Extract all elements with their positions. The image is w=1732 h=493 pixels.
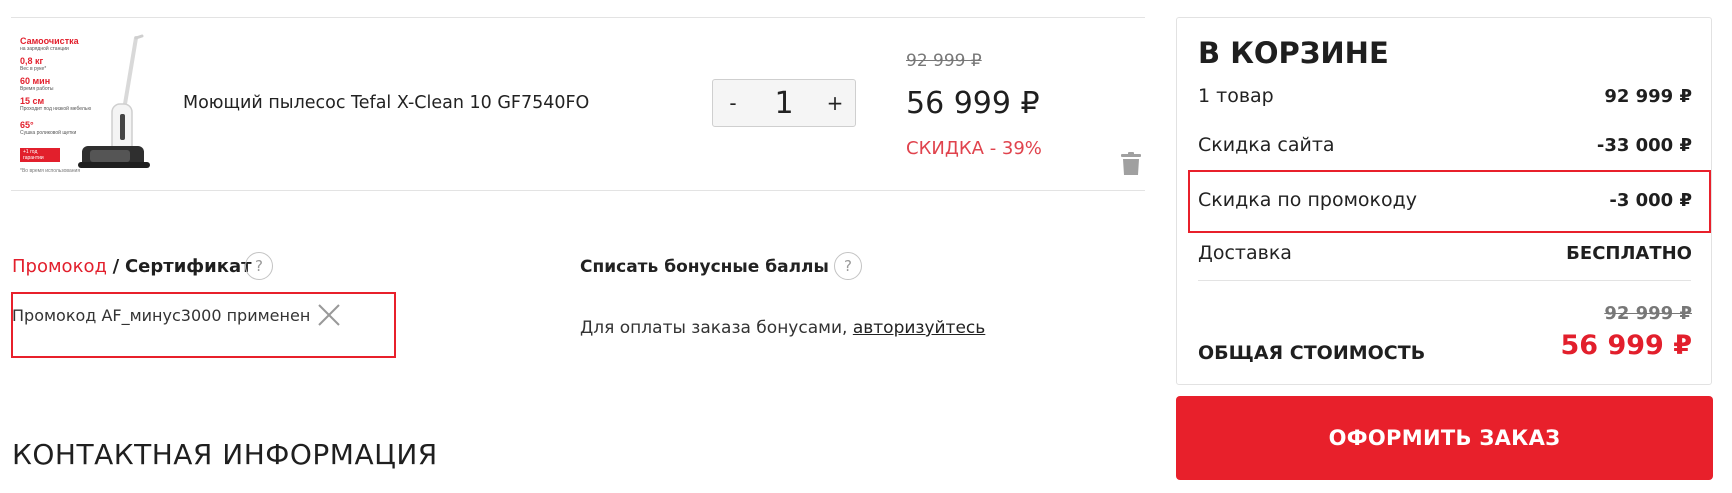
divider <box>1198 280 1691 281</box>
trash-icon[interactable] <box>1120 152 1142 176</box>
summary-row-value: -33 000 ₽ <box>1596 135 1692 156</box>
vacuum-illustration <box>78 34 150 168</box>
bonus-title: Списать бонусные баллы <box>580 257 829 277</box>
divider <box>11 190 1145 191</box>
spec-item: Самоочистка на зарядной станции <box>20 36 79 52</box>
product-name[interactable]: Моющий пылесос Tefal X-Clean 10 GF7540FO <box>183 93 589 113</box>
tab-certificate[interactable]: Сертификат <box>125 256 252 277</box>
summary-row-label: Скидка по промокоду <box>1198 189 1418 211</box>
login-link[interactable]: авторизуйтесь <box>853 318 985 338</box>
summary-row-label: Доставка <box>1198 242 1292 264</box>
summary-row-value: 92 999 ₽ <box>1604 86 1692 107</box>
summary-row-value: БЕСПЛАТНО <box>1566 243 1692 264</box>
summary-old-total: 92 999 ₽ <box>1604 303 1692 324</box>
footnote: *Во время использования <box>20 168 81 174</box>
quantity-stepper: - 1 + <box>712 79 856 127</box>
summary-row-value: -3 000 ₽ <box>1609 190 1692 211</box>
help-icon[interactable]: ? <box>245 252 273 280</box>
spec-item: 65° Сушка роликовой щетки <box>20 120 77 136</box>
current-price: 56 999 ₽ <box>906 86 1040 121</box>
decrease-quantity-button[interactable]: - <box>713 80 753 126</box>
product-image[interactable]: Самоочистка на зарядной станции 0,8 кг В… <box>14 34 160 174</box>
summary-title: В КОРЗИНЕ <box>1198 36 1389 70</box>
bonus-text: Для оплаты заказа бонусами, авторизуйтес… <box>580 318 985 338</box>
close-icon[interactable] <box>316 302 342 328</box>
spec-item: 60 мин Время работы <box>20 76 54 92</box>
discount-label: СКИДКА - 39% <box>906 138 1042 159</box>
quantity-value[interactable]: 1 <box>753 80 815 126</box>
summary-row-label: Скидка сайта <box>1198 134 1335 156</box>
spec-item: 0,8 кг Вес в руке* <box>20 56 47 72</box>
tab-promocode[interactable]: Промокод <box>12 256 107 277</box>
divider <box>11 17 1145 18</box>
promo-applied-text: Промокод AF_минус3000 применен <box>12 306 311 325</box>
promo-tabs: Промокод / Сертификат <box>12 256 252 277</box>
total-label: ОБЩАЯ СТОИМОСТЬ <box>1198 342 1426 364</box>
summary-row-label: 1 товар <box>1198 85 1274 107</box>
checkout-button[interactable]: ОФОРМИТЬ ЗАКАЗ <box>1176 396 1713 480</box>
tab-separator: / <box>112 256 120 277</box>
section-title: КОНТАКТНАЯ ИНФОРМАЦИЯ <box>12 438 438 471</box>
help-icon[interactable]: ? <box>834 252 862 280</box>
increase-quantity-button[interactable]: + <box>815 80 855 126</box>
warranty-badge: +1 год гарантии <box>20 148 60 162</box>
old-price: 92 999 ₽ <box>906 51 982 71</box>
bonus-text-label: Для оплаты заказа бонусами, <box>580 318 848 338</box>
total-price: 56 999 ₽ <box>1560 330 1692 361</box>
